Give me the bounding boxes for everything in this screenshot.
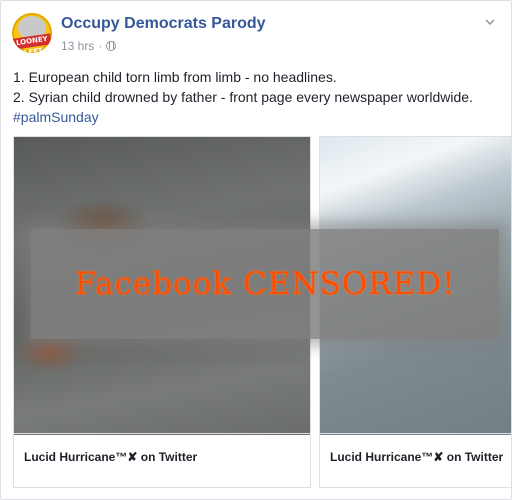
globe-icon[interactable] xyxy=(106,41,117,51)
post-meta: 13 hrs · xyxy=(61,39,117,53)
chevron-down-icon[interactable] xyxy=(485,17,495,27)
hashtag-link[interactable]: #palmSunday xyxy=(13,107,501,127)
avatar-label: LOONEY LEFT xyxy=(12,33,52,53)
post-line-2: 2. Syrian child drowned by father - fron… xyxy=(13,89,473,105)
carousel-caption[interactable]: Lucid Hurricane™✘ on Twitter xyxy=(14,433,310,487)
page-name-link[interactable]: Occupy Democrats Parody xyxy=(61,15,266,33)
post-card: LOONEY LEFT Occupy Democrats Parody 13 h… xyxy=(0,0,512,500)
timestamp[interactable]: 13 hrs xyxy=(61,39,94,53)
meta-separator: · xyxy=(98,39,103,53)
post-line-1: 1. European child torn limb from limb - … xyxy=(13,69,337,85)
avatar[interactable]: LOONEY LEFT xyxy=(12,13,52,53)
post-text: 1. European child torn limb from limb - … xyxy=(13,67,501,127)
censored-label: Facebook CENSORED! xyxy=(74,266,456,302)
censored-overlay: Facebook CENSORED! xyxy=(31,229,499,339)
carousel-caption[interactable]: Lucid Hurricane™✘ on Twitter xyxy=(320,433,511,487)
